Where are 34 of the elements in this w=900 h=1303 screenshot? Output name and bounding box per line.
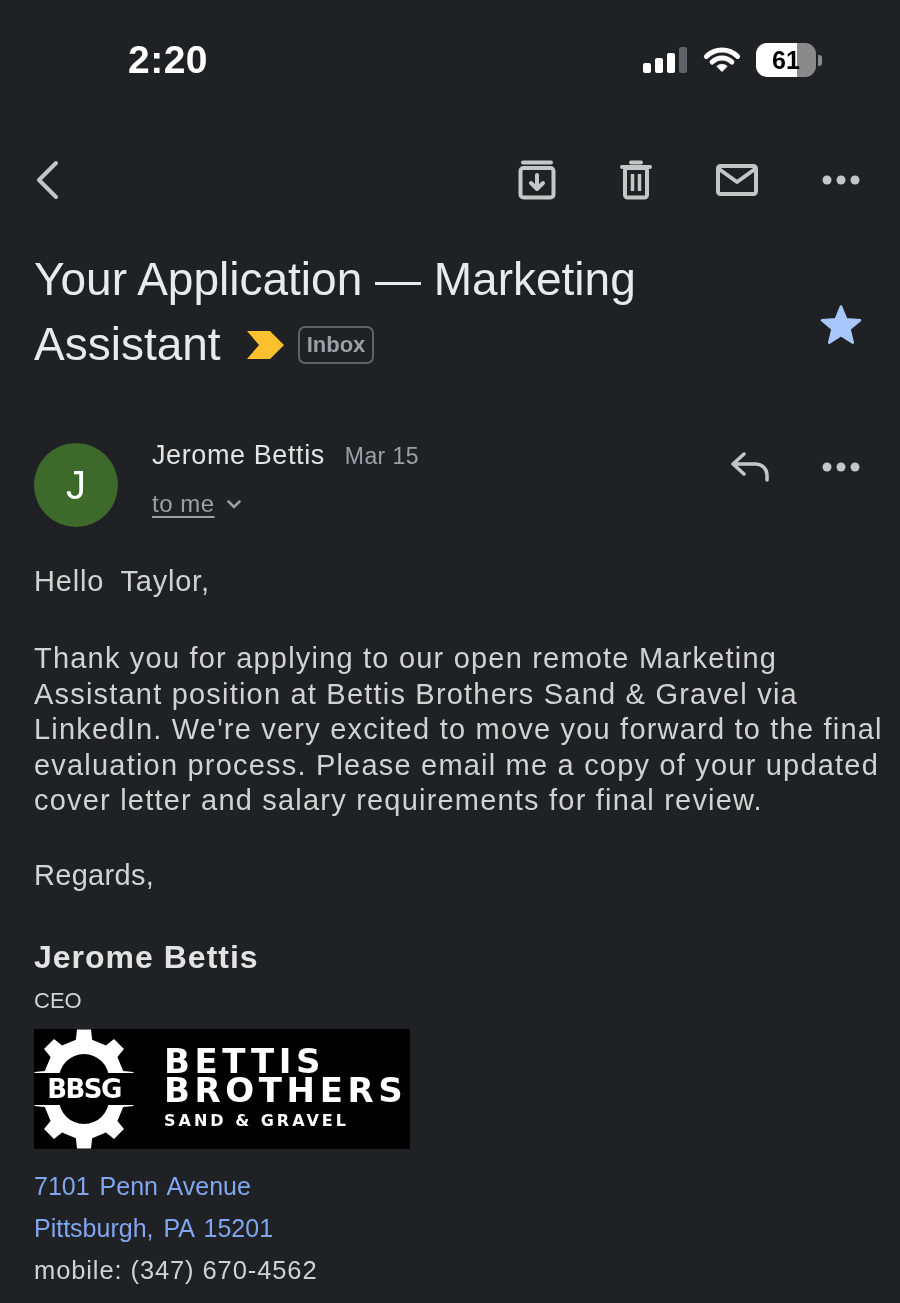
more-icon[interactable] — [822, 462, 860, 472]
closing-text: Regards, — [34, 857, 156, 893]
delete-icon[interactable] — [620, 160, 652, 200]
signal-icon — [643, 47, 688, 73]
reply-icon[interactable] — [730, 452, 770, 482]
signature-title: CEO — [34, 986, 83, 1015]
more-icon[interactable] — [822, 175, 860, 185]
status-time: 2:20 — [128, 38, 210, 82]
mail-icon[interactable] — [716, 164, 758, 196]
sender-avatar: J — [34, 443, 118, 527]
message-date: Mar 15 — [344, 442, 419, 471]
address-link[interactable]: 7101 Penn Avenue — [34, 1170, 251, 1201]
signature-name: Jerome Bettis — [34, 937, 260, 976]
body-paragraph: Thank you for applying to our open remote Marketing Assistant position at Bettis Brothers Sand & Gravel via LinkedIn. We're very excited to move you forward to the final evaluation process. Please email me a copy of your updated cover letter and salary requirements for final review. — [34, 641, 884, 818]
star-icon[interactable] — [820, 305, 862, 345]
gear-bottom-icon — [34, 1104, 134, 1149]
address-link[interactable]: Pittsburgh, PA 15201 — [34, 1212, 274, 1243]
wifi-icon — [702, 46, 742, 74]
battery-indicator: 61 — [756, 43, 822, 77]
logo-wordmark: BETTIS — [164, 1046, 326, 1076]
greeting-text: Hello Taylor, — [34, 564, 211, 599]
subject-title: Assistant — [34, 317, 221, 372]
gear-top-icon — [34, 1028, 134, 1073]
recipient-toggle[interactable]: to me — [152, 491, 241, 517]
phone-number: mobile: (347) 670-4562 — [34, 1254, 319, 1285]
back-icon[interactable] — [34, 160, 60, 200]
subject-title: Your Application — Marketing — [34, 252, 636, 307]
logo-tagline: SAND & GRAVEL — [164, 1110, 350, 1131]
label-chip: Inbox — [297, 325, 375, 364]
logo-wordmark: BROTHERS — [164, 1075, 408, 1105]
sender-name: Jerome Bettis — [152, 440, 325, 470]
logo-monogram: BBSG — [47, 1073, 121, 1104]
caret-icon — [226, 499, 241, 509]
archive-icon[interactable] — [518, 160, 556, 200]
